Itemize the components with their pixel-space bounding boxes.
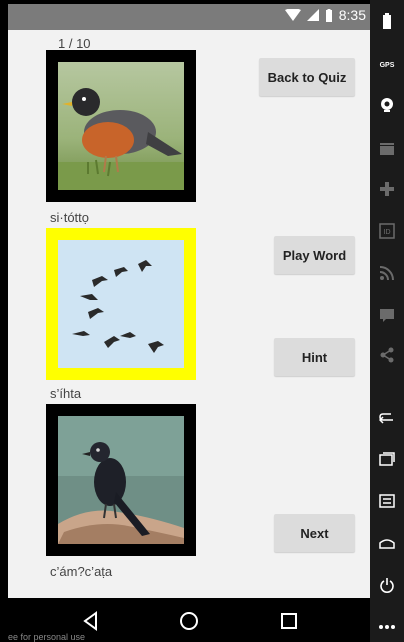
next-button[interactable]: Next: [274, 514, 355, 552]
gps-tool-icon[interactable]: GPS: [378, 56, 396, 74]
emulator-sidebar: GPS ID: [370, 0, 404, 642]
home-tool-icon[interactable]: [378, 534, 396, 552]
status-bar: 8:35: [8, 4, 370, 30]
share-tool-icon[interactable]: [378, 346, 396, 364]
blackbird-photo: [58, 416, 184, 544]
image-choice-blackbird[interactable]: [46, 404, 196, 556]
power-tool-icon[interactable]: [378, 576, 396, 594]
image-choice-geese[interactable]: [46, 228, 196, 380]
battery-tool-icon[interactable]: [378, 12, 396, 30]
word-label-2: s’íhta: [50, 386, 82, 401]
quiz-screen: 1 / 10 si·tóttọ s’íhta c’ám?c’aṭa Back t…: [8, 30, 370, 598]
sms-tool-icon[interactable]: [378, 306, 396, 324]
back-triangle-icon[interactable]: [80, 610, 102, 632]
rss-tool-icon[interactable]: [378, 264, 396, 282]
back-arrow-tool-icon[interactable]: [378, 408, 396, 426]
clapper-tool-icon[interactable]: [378, 140, 396, 158]
back-to-quiz-button[interactable]: Back to Quiz: [259, 58, 355, 96]
word-label-1: si·tóttọ: [50, 210, 90, 225]
recent-apps-tool-icon[interactable]: [378, 450, 396, 468]
hint-button[interactable]: Hint: [274, 338, 355, 376]
word-label-3: c’ám?c’aṭa: [50, 564, 113, 579]
android-nav-bar: ee for personal use: [8, 598, 370, 642]
battery-icon: [325, 8, 332, 22]
robin-photo: [58, 62, 184, 190]
watermark-text: ee for personal use: [8, 632, 86, 642]
phone: 8:35 1 / 10 si·tóttọ s’íhta c’ám?c’aṭa B…: [0, 0, 370, 642]
signal-icon: [306, 9, 319, 21]
menu-tool-icon[interactable]: [378, 492, 396, 510]
play-word-button[interactable]: Play Word: [274, 236, 355, 274]
webcam-tool-icon[interactable]: [378, 96, 396, 114]
dpad-tool-icon[interactable]: [378, 180, 396, 198]
more-options-icon[interactable]: [378, 618, 396, 636]
status-time: 8:35: [338, 7, 366, 23]
wifi-icon: [284, 9, 301, 21]
image-choice-robin[interactable]: [46, 50, 196, 202]
svg-text:ID: ID: [384, 229, 391, 236]
id-tool-icon[interactable]: ID: [378, 222, 396, 240]
recents-square-icon[interactable]: [278, 610, 300, 632]
home-circle-icon[interactable]: [178, 610, 200, 632]
question-counter: 1 / 10: [58, 36, 91, 51]
geese-flock-photo: [58, 240, 184, 368]
